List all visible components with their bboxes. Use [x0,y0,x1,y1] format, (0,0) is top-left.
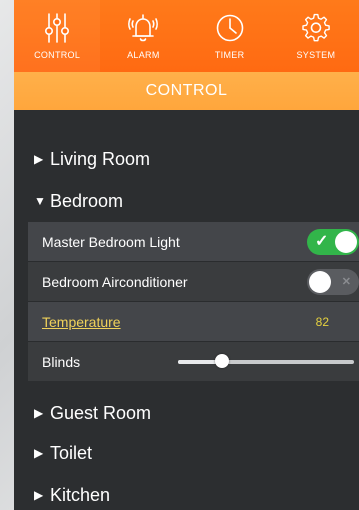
bell-icon [128,14,159,42]
collapsed-arrow-icon: ▶ [34,406,44,420]
nav-control[interactable]: CONTROL [14,0,101,72]
nav-alarm[interactable]: ALARM [100,0,186,72]
room-label: Living Room [50,148,151,169]
row-master-bedroom-light: Master Bedroom Light ✓ [28,222,359,261]
collapsed-arrow-icon: ▶ [34,488,44,502]
device-label: Bedroom Airconditioner [42,273,188,290]
room-toilet[interactable]: ▶ Toilet [14,438,359,468]
section-header: CONTROL [14,72,359,110]
nav-system-label: SYSTEM [296,50,336,60]
app-screen: CONTROL ALARM TIMER SYSTEM CONTROL ▶ Liv… [14,0,359,510]
temperature-link[interactable]: Temperature [42,314,121,330]
nav-alarm-label: ALARM [127,50,160,60]
room-label: Toilet [50,442,93,463]
room-label: Guest Room [50,402,152,423]
toggle-knob [335,231,357,253]
expanded-arrow-icon: ▼ [34,194,46,208]
row-bedroom-airconditioner: Bedroom Airconditioner ✕ [28,262,359,301]
blinds-slider[interactable] [178,354,354,368]
nav-system[interactable]: SYSTEM [273,0,359,72]
row-temperature: Temperature 82 [28,302,359,341]
room-guest-room[interactable]: ▶ Guest Room [14,398,359,428]
row-blinds: Blinds [28,342,359,381]
room-kitchen[interactable]: ▶ Kitchen [14,480,359,510]
clock-icon [216,14,243,42]
nav-timer[interactable]: TIMER [187,0,273,72]
device-label: Blinds [42,353,81,370]
collapsed-arrow-icon: ▶ [34,446,44,460]
aircon-toggle[interactable]: ✕ [307,269,359,295]
top-nav: CONTROL ALARM TIMER SYSTEM [14,0,359,72]
room-bedroom[interactable]: ▼ Bedroom [14,186,359,216]
device-label: Master Bedroom Light [42,233,180,250]
light-toggle[interactable]: ✓ [307,229,359,255]
slider-thumb[interactable] [215,354,229,368]
x-icon: ✕ [341,276,351,288]
check-icon: ✓ [315,233,329,250]
temperature-value: 82 [315,314,329,329]
section-title: CONTROL [145,82,228,99]
collapsed-arrow-icon: ▶ [34,152,44,166]
room-label: Kitchen [50,484,111,505]
toggle-knob [309,271,331,293]
room-living-room[interactable]: ▶ Living Room [14,144,359,174]
gear-icon [302,13,330,42]
room-label: Bedroom [50,190,124,211]
nav-control-label: CONTROL [34,50,81,60]
sliders-icon [45,13,70,43]
nav-timer-label: TIMER [214,50,245,60]
